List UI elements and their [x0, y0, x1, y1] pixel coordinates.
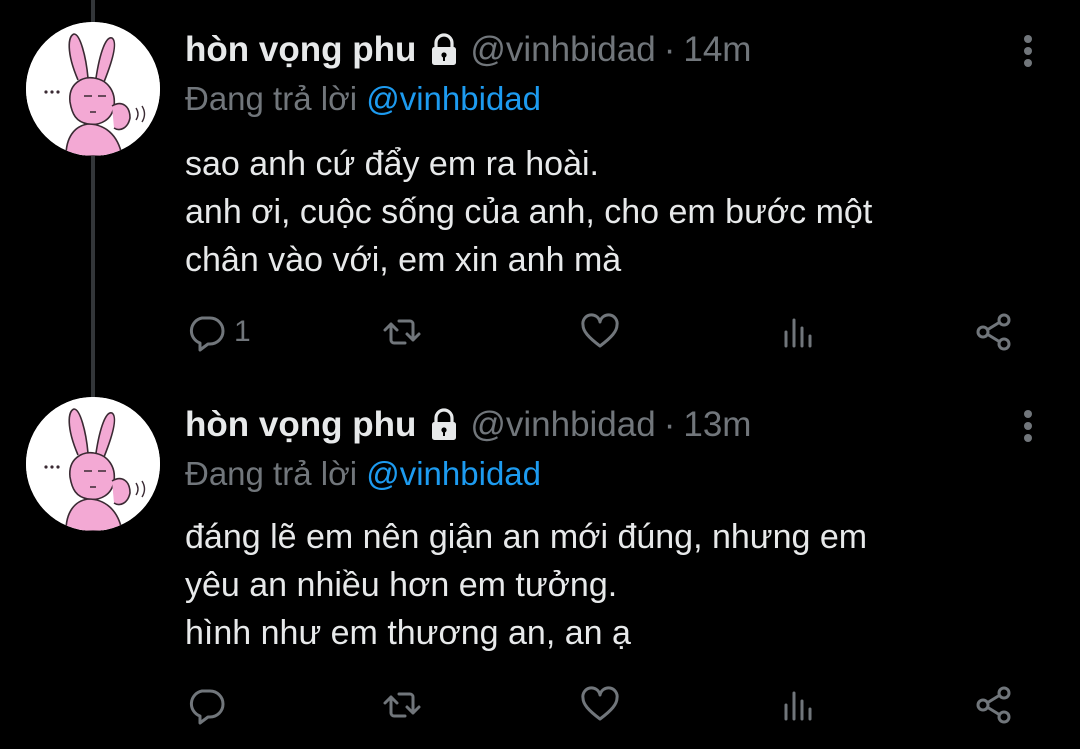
tweet[interactable]: hòn vọng phu @vinhbidad · 14m Đang trả l…	[0, 0, 1080, 375]
replying-prefix: Đang trả lời	[185, 455, 358, 492]
stats-button[interactable]	[778, 683, 818, 727]
reply-button[interactable]	[186, 683, 234, 727]
pink-rabbit-avatar-icon	[26, 22, 160, 156]
stats-icon	[784, 691, 812, 721]
tweet-text: sao anh cứ đẩy em ra hoài. anh ơi, cuộc …	[185, 140, 1035, 284]
tweet-text-line: đáng lẽ em nên giận an mới đúng, nhưng e…	[185, 518, 868, 556]
tweet-header: hòn vọng phu @vinhbidad · 14m	[185, 28, 751, 72]
avatar[interactable]	[26, 397, 160, 531]
tweet[interactable]: hòn vọng phu @vinhbidad · 13m Đang trả l…	[0, 375, 1080, 749]
timestamp[interactable]: 14m	[683, 28, 751, 72]
retweet-icon	[383, 319, 421, 345]
share-icon	[976, 313, 1011, 351]
tweet-text-line: chân vào với, em xin anh mà	[185, 241, 622, 279]
retweet-icon	[383, 692, 421, 718]
reply-icon	[189, 689, 225, 725]
tweet-text-line: yêu an nhiều hơn em tưởng.	[185, 566, 618, 604]
author-name[interactable]: hòn vọng phu	[185, 403, 416, 447]
tweet-text: đáng lẽ em nên giận an mới đúng, nhưng e…	[185, 513, 1035, 657]
reply-count: 1	[234, 315, 251, 348]
share-button[interactable]	[974, 683, 1014, 727]
more-icon[interactable]	[1022, 409, 1034, 443]
replying-prefix: Đang trả lời	[185, 80, 358, 117]
author-handle[interactable]: @vinhbidad	[470, 28, 655, 72]
avatar[interactable]	[26, 22, 160, 156]
tweet-text-line: hình như em thương an, an ạ	[185, 614, 631, 652]
tweet-text-line: anh ơi, cuộc sống của anh, cho em bước m…	[185, 193, 873, 231]
replying-mention[interactable]: @vinhbidad	[366, 80, 541, 117]
retweet-button[interactable]	[382, 683, 422, 727]
lock-icon	[426, 407, 462, 443]
share-button[interactable]	[974, 310, 1014, 354]
like-icon	[581, 313, 619, 348]
timeline: hòn vọng phu @vinhbidad · 14m Đang trả l…	[0, 0, 1080, 749]
separator: ·	[663, 30, 676, 69]
action-bar	[186, 683, 1026, 727]
share-icon	[976, 686, 1011, 724]
timestamp[interactable]: 13m	[683, 403, 751, 447]
author-name[interactable]: hòn vọng phu	[185, 28, 416, 72]
tweet-header: hòn vọng phu @vinhbidad · 13m	[185, 403, 751, 447]
tweet-text-line: sao anh cứ đẩy em ra hoài.	[185, 145, 599, 183]
stats-button[interactable]	[778, 310, 818, 354]
lock-icon	[426, 32, 462, 68]
reply-button[interactable]: 1	[186, 310, 251, 354]
more-icon[interactable]	[1022, 34, 1034, 68]
replying-to: Đang trả lời @vinhbidad	[185, 78, 541, 120]
reply-icon	[189, 316, 225, 352]
action-bar: 1	[186, 310, 1026, 354]
pink-rabbit-avatar-icon	[26, 397, 160, 531]
separator: ·	[663, 405, 676, 444]
replying-mention[interactable]: @vinhbidad	[366, 455, 541, 492]
stats-icon	[784, 318, 812, 348]
like-button[interactable]	[580, 310, 620, 354]
like-button[interactable]	[580, 683, 620, 727]
replying-to: Đang trả lời @vinhbidad	[185, 453, 541, 495]
like-icon	[581, 686, 619, 721]
retweet-button[interactable]	[382, 310, 422, 354]
author-handle[interactable]: @vinhbidad	[470, 403, 655, 447]
